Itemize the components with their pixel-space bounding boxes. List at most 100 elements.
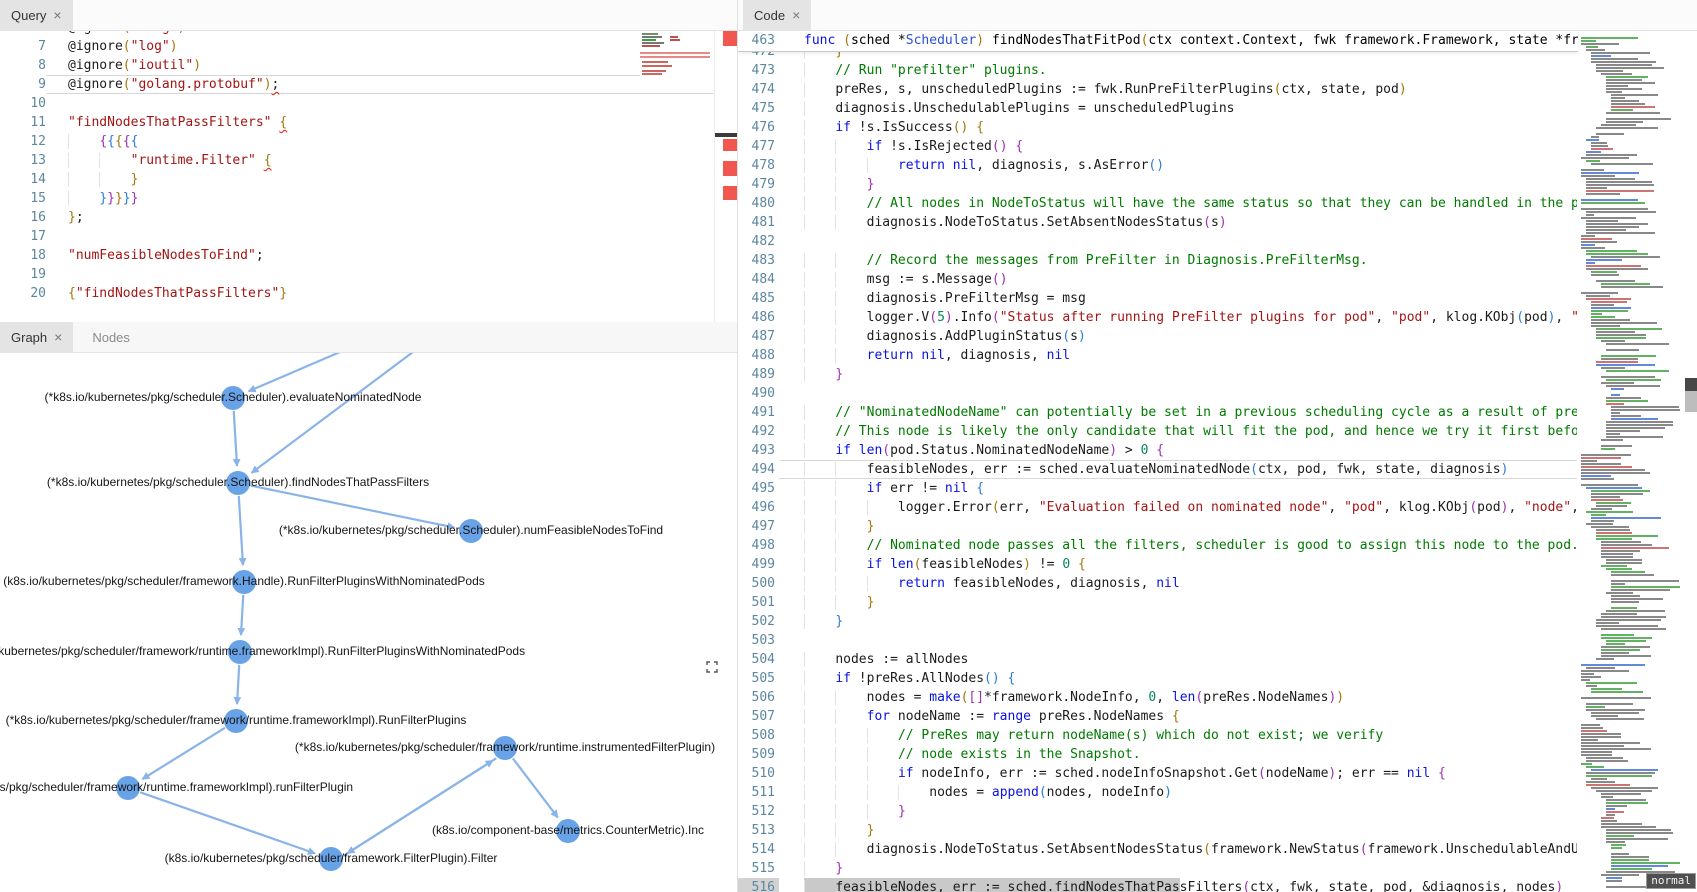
minimap-slider[interactable] bbox=[1685, 378, 1697, 391]
line-number: 489 bbox=[738, 365, 779, 384]
code-text: } bbox=[779, 517, 1578, 536]
line-number: 505 bbox=[738, 669, 779, 688]
code-text bbox=[46, 265, 737, 284]
code-text: nodes = make([]*framework.NodeInfo, 0, l… bbox=[779, 688, 1578, 707]
code-text: feasibleNodes, err := sched.evaluateNomi… bbox=[779, 460, 1578, 479]
code-text: if nodeInfo, err := sched.nodeInfoSnapsh… bbox=[779, 764, 1578, 783]
line-number: 488 bbox=[738, 346, 779, 365]
graph-node-label[interactable]: (*k8s.io/kubernetes/pkg/scheduler.Schedu… bbox=[279, 523, 663, 537]
line-number: 474 bbox=[738, 80, 779, 99]
graph-edge bbox=[513, 758, 558, 817]
code-line: 509 // node exists in the Snapshot. bbox=[738, 745, 1578, 764]
code-line: 497 } bbox=[738, 517, 1578, 536]
line-number: 16 bbox=[0, 208, 46, 227]
code-line: 481 diagnosis.NodeToStatus.SetAbsentNode… bbox=[738, 213, 1578, 232]
graph-edge bbox=[347, 758, 496, 853]
graph-node-label[interactable]: (*k8s.io/kubernetes/pkg/scheduler/framew… bbox=[0, 644, 525, 658]
graph-node-label[interactable]: (*k8s.io/kubernetes/pkg/scheduler/framew… bbox=[6, 713, 467, 727]
line-number: 7 bbox=[0, 37, 46, 56]
code-minimap[interactable] bbox=[1577, 32, 1693, 892]
code-text: @ignore("ioutil") bbox=[46, 56, 737, 75]
code-editor[interactable]: 472 }473 // Run "prefilter" plugins.474 … bbox=[738, 42, 1578, 892]
tab-query[interactable]: Query × bbox=[0, 0, 73, 30]
line-number: 486 bbox=[738, 308, 779, 327]
code-text: diagnosis.PreFilterMsg = msg bbox=[779, 289, 1578, 308]
code-line: 14 } bbox=[0, 170, 737, 189]
line-number: 14 bbox=[0, 170, 46, 189]
sticky-code-text: func (sched *Scheduler) findNodesThatFit… bbox=[779, 30, 1578, 51]
scroll-position-indicator bbox=[715, 133, 737, 137]
tab-graph[interactable]: Graph × bbox=[0, 322, 73, 352]
line-number: 9 bbox=[0, 75, 46, 94]
code-line: 475 diagnosis.UnschedulablePlugins = uns… bbox=[738, 99, 1578, 118]
line-number: 495 bbox=[738, 479, 779, 498]
graph-node-label[interactable]: (*k8s.io/kubernetes/pkg/scheduler.Schedu… bbox=[47, 475, 429, 489]
graph-edge bbox=[251, 486, 455, 528]
code-line: 492 // This node is likely the only cand… bbox=[738, 422, 1578, 441]
code-text: for nodeName := range preRes.NodeNames { bbox=[779, 707, 1578, 726]
code-text: // Run "prefilter" plugins. bbox=[779, 61, 1578, 80]
graph-node-label[interactable]: (k8s.io/component-base/metrics.CounterMe… bbox=[432, 823, 704, 837]
code-line: 482 bbox=[738, 232, 1578, 251]
tab-graph-label: Graph bbox=[11, 330, 47, 345]
graph-node-label[interactable]: (*k8s.io/kubernetes/pkg/scheduler/framew… bbox=[0, 780, 353, 794]
code-text: // Record the messages from PreFilter in… bbox=[779, 251, 1578, 270]
code-line: 476 if !s.IsSuccess() { bbox=[738, 118, 1578, 137]
tab-nodes[interactable]: Nodes bbox=[81, 322, 141, 352]
code-text: } bbox=[779, 593, 1578, 612]
code-scrollbar[interactable] bbox=[1685, 0, 1697, 892]
graph-node-label[interactable]: (*k8s.io/kubernetes/pkg/scheduler.Schedu… bbox=[45, 390, 422, 404]
line-number: 507 bbox=[738, 707, 779, 726]
code-text bbox=[46, 227, 737, 246]
line-number: 20 bbox=[0, 284, 46, 303]
graph-edge bbox=[252, 352, 413, 473]
query-editor[interactable]: 6@ignore("klog")7@ignore("log")8@ignore(… bbox=[0, 18, 737, 303]
code-line: 495 if err != nil { bbox=[738, 479, 1578, 498]
query-minimap[interactable] bbox=[640, 31, 714, 76]
code-text: diagnosis.AddPluginStatus(s) bbox=[779, 327, 1578, 346]
close-icon[interactable]: × bbox=[792, 8, 800, 22]
line-number: 12 bbox=[0, 132, 46, 151]
line-number: 499 bbox=[738, 555, 779, 574]
code-line: 514 diagnosis.NodeToStatus.SetAbsentNode… bbox=[738, 840, 1578, 859]
line-number: 512 bbox=[738, 802, 779, 821]
close-icon[interactable]: × bbox=[53, 8, 61, 22]
code-line: 478 return nil, diagnosis, s.AsError() bbox=[738, 156, 1578, 175]
code-text: diagnosis.NodeToStatus.SetAbsentNodesSta… bbox=[779, 213, 1578, 232]
code-text: return nil, diagnosis, nil bbox=[779, 346, 1578, 365]
code-line: 11"findNodesThatPassFilters" { bbox=[0, 113, 737, 132]
graph-node-label[interactable]: (*k8s.io/kubernetes/pkg/scheduler/framew… bbox=[295, 740, 715, 754]
call-graph-canvas[interactable]: (*k8s.io/kubernetes/pkg/scheduler.Schedu… bbox=[0, 352, 737, 892]
code-text: "numFeasibleNodesToFind"; bbox=[46, 246, 737, 265]
line-number: 496 bbox=[738, 498, 779, 517]
query-tabbar: Query × bbox=[0, 0, 737, 31]
code-line: 511 nodes = append(nodes, nodeInfo) bbox=[738, 783, 1578, 802]
line-number: 510 bbox=[738, 764, 779, 783]
code-text: if !s.IsRejected() { bbox=[779, 137, 1578, 156]
code-line: 8@ignore("ioutil") bbox=[0, 56, 737, 75]
line-number: 11 bbox=[0, 113, 46, 132]
code-text: "findNodesThatPassFilters" { bbox=[46, 113, 737, 132]
code-line: 508 // PreRes may return nodeName(s) whi… bbox=[738, 726, 1578, 745]
graph-node-label[interactable]: (k8s.io/kubernetes/pkg/scheduler/framewo… bbox=[3, 574, 485, 588]
graph-edge bbox=[140, 792, 315, 853]
query-overview-ruler[interactable] bbox=[714, 30, 737, 322]
tab-code[interactable]: Code × bbox=[743, 0, 811, 30]
code-line: 474 preRes, s, unscheduledPlugins := fwk… bbox=[738, 80, 1578, 99]
graph-edge bbox=[237, 665, 239, 704]
close-icon[interactable]: × bbox=[54, 330, 62, 344]
app-window: 6@ignore("klog")7@ignore("log")8@ignore(… bbox=[0, 0, 1697, 892]
code-text: return nil, diagnosis, s.AsError() bbox=[779, 156, 1578, 175]
line-number: 501 bbox=[738, 593, 779, 612]
code-text: diagnosis.UnschedulablePlugins = unsched… bbox=[779, 99, 1578, 118]
graph-node-label[interactable]: (k8s.io/kubernetes/pkg/scheduler/framewo… bbox=[165, 851, 498, 865]
graph-edge bbox=[241, 595, 243, 635]
code-line: 486 logger.V(5).Info("Status after runni… bbox=[738, 308, 1578, 327]
code-line: 493 if len(pod.Status.NominatedNodeName)… bbox=[738, 441, 1578, 460]
query-panel: 6@ignore("klog")7@ignore("log")8@ignore(… bbox=[0, 0, 737, 322]
code-panel: Code × 463 func (sched *Scheduler) findN… bbox=[737, 0, 1697, 892]
code-line: 512 } bbox=[738, 802, 1578, 821]
code-text: msg := s.Message() bbox=[779, 270, 1578, 289]
code-line: 483 // Record the messages from PreFilte… bbox=[738, 251, 1578, 270]
line-number: 19 bbox=[0, 265, 46, 284]
